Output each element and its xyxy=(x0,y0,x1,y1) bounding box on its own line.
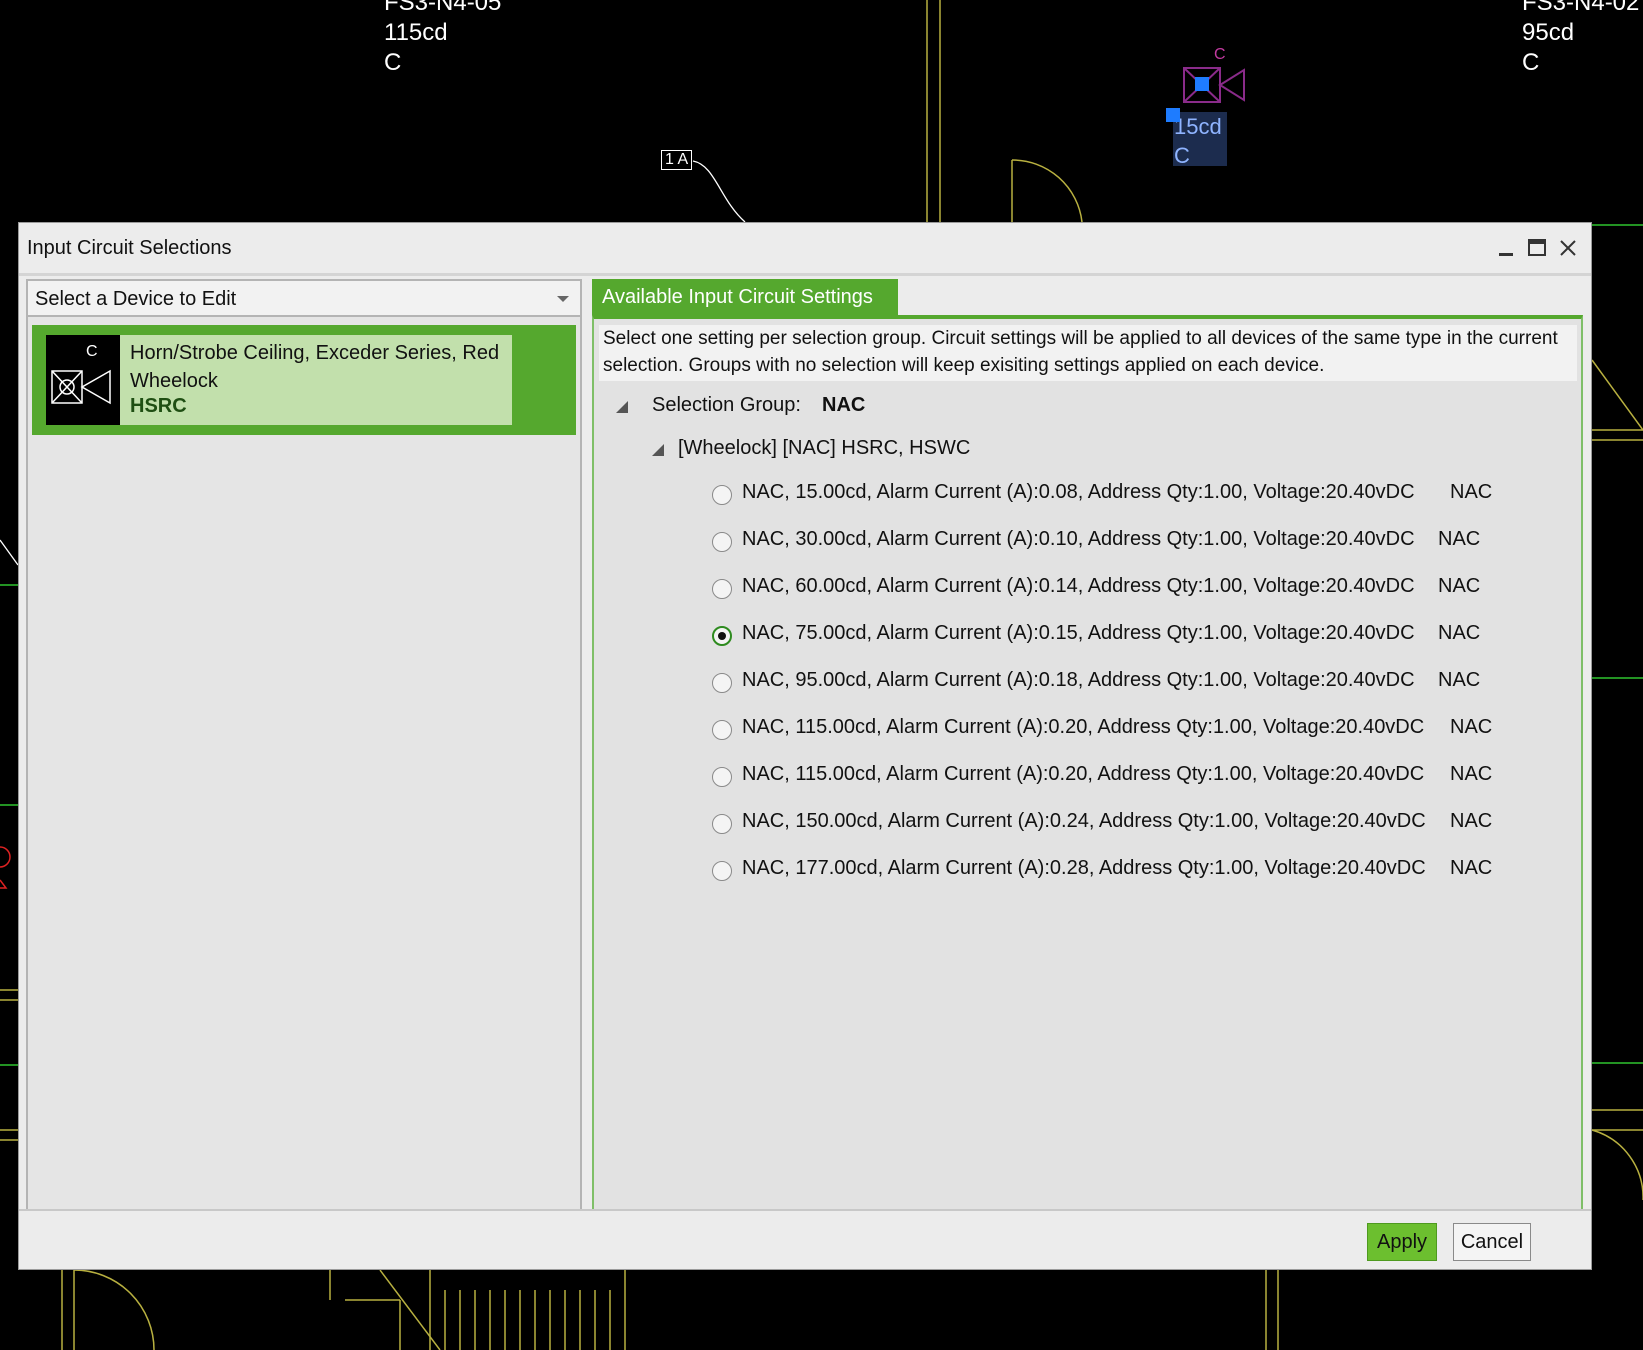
subgroup-label: [Wheelock] [NAC] HSRC, HSWC xyxy=(678,437,971,459)
circuit-option-row[interactable]: NAC, 115.00cd, Alarm Current (A):0.20, A… xyxy=(712,759,1572,799)
circuit-option-tag: NAC xyxy=(1450,716,1493,738)
circuit-option-tag: NAC xyxy=(1438,575,1481,597)
cad-selected-label[interactable]: 15cd C xyxy=(1174,112,1222,170)
circuit-option-label: NAC, 75.00cd, Alarm Current (A):0.15, Ad… xyxy=(742,622,1415,644)
device-card[interactable]: Horn/Strobe Ceiling, Exceder Series, Red… xyxy=(120,335,512,425)
circuit-option-tag: NAC xyxy=(1450,481,1493,503)
circuit-option-row[interactable]: NAC, 177.00cd, Alarm Current (A):0.28, A… xyxy=(712,853,1572,893)
circuit-option-label: NAC, 115.00cd, Alarm Current (A):0.20, A… xyxy=(742,716,1425,738)
device-selector-label: Select a Device to Edit xyxy=(35,288,237,310)
collapse-triangle-icon[interactable] xyxy=(650,442,666,458)
selection-group-label: Selection Group: xyxy=(652,394,801,416)
cad-label-fs3-n4-02[interactable]: FS3-N4-02 95cd C xyxy=(1522,0,1639,78)
circuit-option-label: NAC, 30.00cd, Alarm Current (A):0.10, Ad… xyxy=(742,528,1415,550)
selection-group-value: NAC xyxy=(822,394,866,416)
circuit-option-radio[interactable] xyxy=(712,532,732,552)
maximize-icon[interactable] xyxy=(1524,235,1550,261)
circuit-option-tag: NAC xyxy=(1450,810,1493,832)
device-code: HSRC xyxy=(130,395,187,417)
dialog-footer: Apply Cancel xyxy=(19,1209,1591,1269)
device-list-panel: Select a Device to Edit C Horn/Strobe Ce… xyxy=(26,279,582,1211)
horn-strobe-icon xyxy=(51,369,111,405)
cad-grip-handle[interactable] xyxy=(1195,77,1209,91)
circuit-option-tag: NAC xyxy=(1438,622,1481,644)
circuit-option-row[interactable]: NAC, 75.00cd, Alarm Current (A):0.15, Ad… xyxy=(712,618,1572,658)
circuit-option-row[interactable]: NAC, 15.00cd, Alarm Current (A):0.08, Ad… xyxy=(712,477,1572,517)
device-name: Horn/Strobe Ceiling, Exceder Series, Red… xyxy=(130,342,500,392)
input-circuit-selections-dialog: Input Circuit Selections Select a Device… xyxy=(18,222,1592,1270)
dialog-titlebar[interactable]: Input Circuit Selections xyxy=(19,223,1591,276)
circuit-option-label: NAC, 95.00cd, Alarm Current (A):0.18, Ad… xyxy=(742,669,1415,691)
circuit-option-label: NAC, 150.00cd, Alarm Current (A):0.24, A… xyxy=(742,810,1426,832)
instructions-text: Select one setting per selection group. … xyxy=(599,325,1577,381)
cad-label-fs3-n4-05[interactable]: FS3-N4-05 115cd C xyxy=(384,0,501,78)
circuit-option-label: NAC, 15.00cd, Alarm Current (A):0.08, Ad… xyxy=(742,481,1415,503)
tab-available-input-circuit-settings[interactable]: Available Input Circuit Settings xyxy=(592,279,898,315)
cancel-button[interactable]: Cancel xyxy=(1453,1223,1531,1261)
circuit-option-tag: NAC xyxy=(1450,763,1493,785)
minimize-icon[interactable] xyxy=(1493,235,1519,261)
circuit-settings-panel: Select one setting per selection group. … xyxy=(592,315,1583,1211)
circuit-option-row[interactable]: NAC, 60.00cd, Alarm Current (A):0.14, Ad… xyxy=(712,571,1572,611)
apply-button[interactable]: Apply xyxy=(1367,1223,1437,1261)
circuit-option-radio[interactable] xyxy=(712,626,732,646)
circuit-option-radio[interactable] xyxy=(712,485,732,505)
cad-tag-1a[interactable]: 1 A xyxy=(661,150,693,170)
circuit-option-tag: NAC xyxy=(1438,669,1481,691)
device-selector-dropdown[interactable]: Select a Device to Edit xyxy=(28,281,580,317)
circuit-option-radio[interactable] xyxy=(712,673,732,693)
circuit-option-row[interactable]: NAC, 30.00cd, Alarm Current (A):0.10, Ad… xyxy=(712,524,1572,564)
collapse-triangle-icon[interactable] xyxy=(614,399,630,415)
device-list-item[interactable]: C Horn/Strobe Ceiling, Exceder Series, R… xyxy=(32,325,576,435)
device-icon-mark: C xyxy=(86,343,98,360)
circuit-option-radio[interactable] xyxy=(712,720,732,740)
close-icon[interactable] xyxy=(1555,235,1581,261)
cad-device-mark: C xyxy=(1214,46,1226,63)
circuit-option-radio[interactable] xyxy=(712,579,732,599)
circuit-option-tag: NAC xyxy=(1450,857,1493,879)
circuit-option-label: NAC, 60.00cd, Alarm Current (A):0.14, Ad… xyxy=(742,575,1415,597)
circuit-option-radio[interactable] xyxy=(712,814,732,834)
circuit-option-label: NAC, 115.00cd, Alarm Current (A):0.20, A… xyxy=(742,763,1425,785)
circuit-option-label: NAC, 177.00cd, Alarm Current (A):0.28, A… xyxy=(742,857,1426,879)
dialog-title: Input Circuit Selections xyxy=(27,237,232,259)
circuit-option-tag: NAC xyxy=(1438,528,1481,550)
circuit-option-radio[interactable] xyxy=(712,767,732,787)
chevron-down-icon[interactable] xyxy=(556,294,570,304)
tab-label: Available Input Circuit Settings xyxy=(602,286,873,308)
cad-grip-handle[interactable] xyxy=(1166,108,1180,122)
circuit-option-row[interactable]: NAC, 150.00cd, Alarm Current (A):0.24, A… xyxy=(712,806,1572,846)
circuit-option-row[interactable]: NAC, 115.00cd, Alarm Current (A):0.20, A… xyxy=(712,712,1572,752)
circuit-option-radio[interactable] xyxy=(712,861,732,881)
circuit-option-row[interactable]: NAC, 95.00cd, Alarm Current (A):0.18, Ad… xyxy=(712,665,1572,705)
device-icon-container: C xyxy=(46,335,120,425)
